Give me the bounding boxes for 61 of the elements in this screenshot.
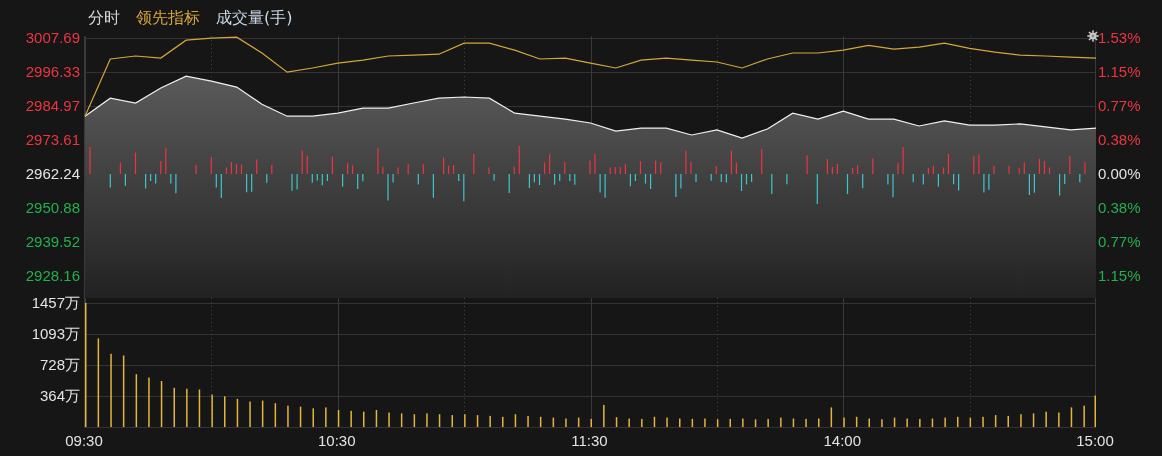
volume-bar	[552, 417, 555, 427]
percent-label: 1.15%	[1098, 267, 1141, 285]
percent-label: 0.77%	[1098, 233, 1141, 251]
volume-bar	[274, 403, 277, 427]
volume-label: 1093万	[31, 324, 80, 343]
volume-bar	[400, 413, 403, 427]
volume-bar	[1070, 407, 1073, 427]
volume-bar	[994, 415, 997, 427]
price-label: 3007.69	[25, 29, 80, 48]
volume-label: 364万	[39, 387, 80, 405]
volume-bar	[438, 414, 441, 427]
volume-bar	[413, 414, 416, 427]
volume-bar	[855, 416, 858, 427]
volume-bar	[198, 389, 201, 427]
volume-bar	[754, 419, 757, 427]
price-label: 2928.16	[25, 267, 80, 285]
percent-label: 0.38%	[1098, 199, 1141, 218]
percent-label: 0.77%	[1098, 97, 1141, 116]
volume-bar	[375, 410, 378, 427]
volume-bar	[931, 418, 934, 427]
volume-bar	[716, 419, 719, 427]
volume-bar	[514, 414, 517, 427]
legend-label: 成交量(手)	[216, 8, 293, 28]
price-label: 2939.52	[25, 233, 80, 251]
volume-bar	[122, 355, 125, 427]
volume-bar	[236, 398, 239, 427]
price-label: 2996.33	[25, 63, 80, 82]
volume-bar	[539, 416, 542, 427]
price-label: 2973.61	[25, 131, 80, 150]
volume-bar	[792, 418, 795, 427]
percent-label: 1.15%	[1098, 63, 1141, 82]
percent-label: 0.00%	[1098, 165, 1141, 184]
volume-bar	[893, 417, 896, 427]
volume-bar	[969, 417, 972, 427]
volume-bar	[299, 406, 302, 427]
time-label: 09:30	[65, 432, 103, 450]
volume-label: 1457万	[31, 293, 80, 312]
price-label: 2984.97	[25, 97, 80, 116]
price-label: 2950.88	[25, 199, 80, 218]
time-label: 11:30	[571, 432, 608, 450]
time-label: 10:30	[318, 432, 356, 450]
time-label: 15:00	[1076, 432, 1114, 450]
volume-bar	[1032, 413, 1035, 427]
percent-label: 1.53%	[1098, 29, 1141, 48]
volume-bar	[135, 374, 138, 427]
percent-label: 0.38%	[1098, 131, 1141, 150]
price-label: 2962.24	[25, 165, 80, 184]
volume-bar	[577, 417, 580, 427]
time-label: 14:00	[823, 432, 861, 450]
volume-bar	[160, 381, 163, 427]
volume-bar	[337, 410, 340, 427]
volume-bar	[615, 417, 618, 427]
volume-bar	[691, 418, 694, 427]
gear-icon[interactable]	[1087, 30, 1099, 42]
volume-bar	[653, 416, 656, 427]
volume-bar	[476, 415, 479, 427]
legend-label: 领先指标	[136, 8, 200, 28]
volume-label: 728万	[39, 356, 80, 374]
volume-bar	[830, 407, 833, 427]
volume-bar	[261, 400, 264, 427]
legend-label: 分时	[88, 8, 120, 28]
